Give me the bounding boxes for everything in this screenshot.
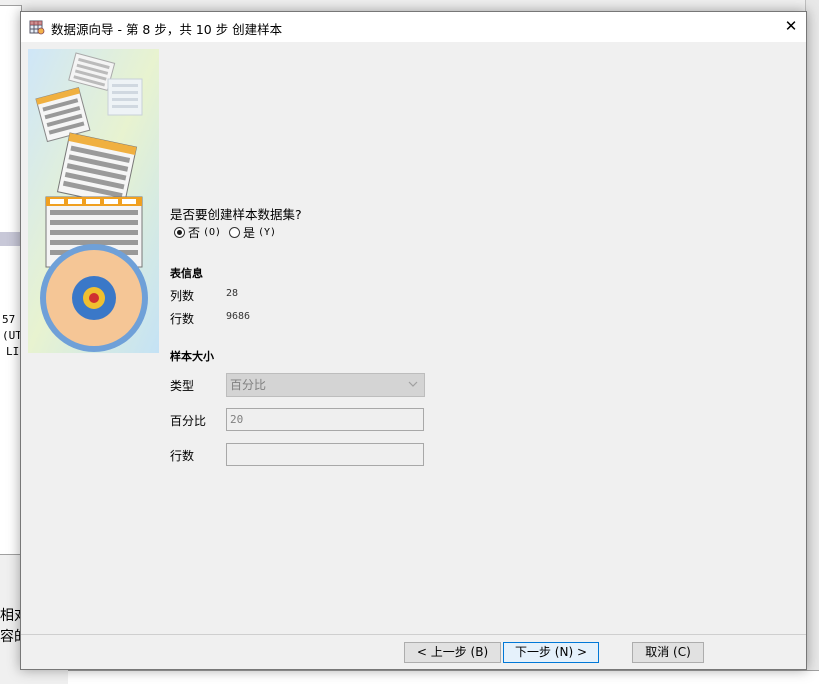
background-window-bottom bbox=[68, 670, 819, 684]
data-source-wizard-dialog: 数据源向导 - 第 8 步，共 10 步 创建样本 ✕ 是否要创建样本数据集? … bbox=[20, 11, 807, 670]
cancel-button[interactable]: 取消 (C) bbox=[632, 642, 704, 663]
title-bar: 数据源向导 - 第 8 步，共 10 步 创建样本 ✕ bbox=[21, 12, 806, 42]
background-header-strip bbox=[0, 232, 20, 246]
radio-yes[interactable]: 是 (Y) bbox=[229, 224, 276, 241]
percent-label: 百分比 bbox=[170, 414, 207, 428]
back-button[interactable]: < 上一步 (B) bbox=[404, 642, 501, 663]
columns-value: 28 bbox=[226, 288, 239, 299]
radio-yes-label: 是 bbox=[243, 226, 256, 240]
background-window-right bbox=[805, 0, 819, 683]
sample-rows-input[interactable] bbox=[226, 443, 424, 466]
background-fragment: 57 bbox=[2, 313, 16, 326]
next-button[interactable]: 下一步 (N) > bbox=[503, 642, 599, 663]
table-info-heading: 表信息 bbox=[170, 267, 203, 280]
radio-no-mnemonic: (O) bbox=[203, 227, 222, 238]
wizard-side-illustration bbox=[28, 49, 159, 353]
radio-yes-mnemonic: (Y) bbox=[258, 227, 277, 238]
background-window-left bbox=[0, 5, 22, 555]
columns-label: 列数 bbox=[170, 289, 195, 303]
percent-input[interactable]: 20 bbox=[226, 408, 424, 431]
footer-divider bbox=[21, 634, 806, 635]
chevron-down-icon bbox=[408, 376, 418, 400]
radio-yes-indicator[interactable] bbox=[229, 227, 240, 238]
sample-type-value: 百分比 bbox=[230, 378, 267, 392]
create-sample-question: 是否要创建样本数据集? bbox=[170, 207, 302, 222]
background-fragment: (UT bbox=[2, 329, 22, 342]
sample-size-heading: 样本大小 bbox=[170, 350, 214, 363]
radio-no-indicator[interactable] bbox=[174, 227, 185, 238]
window-title: 数据源向导 - 第 8 步，共 10 步 创建样本 bbox=[51, 22, 283, 37]
rows-label: 行数 bbox=[170, 312, 195, 326]
radio-no-label: 否 bbox=[188, 226, 201, 240]
wizard-app-icon bbox=[29, 19, 45, 35]
radio-no[interactable]: 否 (O) bbox=[174, 224, 221, 241]
close-icon[interactable]: ✕ bbox=[776, 12, 806, 42]
rows-value: 9686 bbox=[226, 311, 251, 322]
background-fragment: LI bbox=[6, 345, 20, 358]
sample-rows-label: 行数 bbox=[170, 449, 195, 463]
sample-type-label: 类型 bbox=[170, 379, 195, 393]
sample-type-select[interactable]: 百分比 bbox=[226, 373, 425, 397]
